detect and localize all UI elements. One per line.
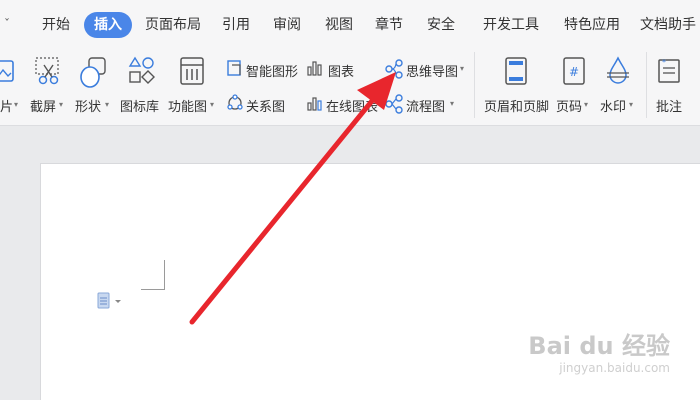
watermark-button[interactable]: 水印 ▾ [600, 52, 640, 118]
relation-chart-label: 关系图 [246, 100, 286, 115]
chevron-down-icon: ▾ [210, 100, 215, 109]
chevron-down-icon: ▾ [450, 99, 455, 108]
function-chart-button[interactable]: 功能图 ▾ [168, 52, 218, 118]
page-number-button[interactable]: # 页码 ▾ [556, 52, 596, 118]
chevron-down-icon: ▾ [105, 100, 110, 109]
smart-graphic-label: 智能图形 [246, 65, 299, 80]
tab-developer-tools[interactable]: 开发工具 [483, 12, 539, 38]
flowchart-button[interactable]: 流程图 ▾ [384, 93, 458, 115]
chart-label: 图表 [328, 65, 355, 80]
shape-icon [80, 57, 106, 88]
mind-map-label: 思维导图 [406, 65, 459, 80]
icon-library-icon [128, 56, 155, 84]
smart-graphic-icon [227, 60, 241, 76]
flowchart-label: 流程图 [406, 100, 446, 115]
header-footer-icon [505, 57, 527, 85]
function-chart-label: 功能图 [168, 100, 208, 115]
ribbon-divider [474, 52, 475, 118]
watermark-label: 水印 [600, 100, 627, 115]
mind-map-icon [385, 59, 403, 79]
shape-button[interactable]: 形状 ▾ [75, 52, 115, 118]
page-number-icon: # [563, 57, 585, 85]
scissors-icon [35, 57, 59, 85]
watermark-icon [607, 56, 629, 84]
picture-label: 片 [0, 100, 14, 115]
ribbon-divider [646, 52, 647, 118]
svg-text:*: * [662, 58, 666, 67]
chart-button[interactable]: 图表 [306, 58, 358, 80]
picture-button[interactable]: 片 ▾ [0, 52, 22, 118]
screenshot-label: 截屏 [30, 100, 57, 115]
tab-view[interactable]: 视图 [325, 12, 353, 38]
comment-icon: * [658, 58, 680, 83]
baidu-watermark: Bai du 经验 jingyan.baidu.com [528, 326, 670, 375]
picture-icon [0, 60, 14, 82]
comment-button[interactable]: * 批注 [654, 52, 694, 118]
icon-library-button[interactable]: 图标库 [120, 52, 164, 118]
smart-graphic-button[interactable]: 智能图形 [226, 58, 302, 80]
header-footer-label: 页眉和页脚 [484, 100, 550, 115]
online-chart-icon [307, 97, 322, 111]
tab-page-layout[interactable]: 页面布局 [145, 12, 201, 38]
tab-special-apps[interactable]: 特色应用 [564, 12, 620, 38]
mind-map-button[interactable]: 思维导图 ▾ [384, 58, 470, 80]
chevron-down-icon: ▾ [59, 100, 64, 109]
screenshot-button[interactable]: 截屏 ▾ [30, 52, 68, 118]
paragraph-layout-icon[interactable] [97, 292, 125, 310]
svg-text:#: # [569, 65, 579, 79]
function-chart-icon [180, 57, 204, 85]
watermark-main: Bai du 经验 [528, 332, 670, 360]
chevron-down-icon[interactable]: ˇ [4, 17, 10, 31]
menu-tab-bar: ˇ 开始 插入 页面布局 引用 审阅 视图 章节 安全 开发工具 特色应用 文档… [0, 0, 700, 44]
margin-corner-marker [141, 260, 165, 290]
bar-chart-icon [307, 61, 322, 76]
comment-label: 批注 [656, 100, 683, 115]
document-page[interactable]: Bai du 经验 jingyan.baidu.com [40, 163, 700, 400]
tab-chapter[interactable]: 章节 [375, 12, 403, 38]
chevron-down-icon: ▾ [629, 100, 634, 109]
watermark-sub: jingyan.baidu.com [559, 361, 670, 375]
tab-references[interactable]: 引用 [222, 12, 250, 38]
document-area: Bai du 经验 jingyan.baidu.com [0, 127, 700, 400]
header-footer-button[interactable]: 页眉和页脚 [482, 52, 550, 118]
chevron-down-icon: ▾ [14, 100, 19, 109]
icon-library-label: 图标库 [120, 100, 160, 115]
tab-doc-assistant[interactable]: 文档助手 [640, 12, 696, 38]
relation-chart-button[interactable]: 关系图 [226, 93, 292, 115]
online-chart-button[interactable]: 在线图表 [306, 93, 379, 115]
online-chart-label: 在线图表 [326, 100, 379, 115]
chevron-down-icon: ▾ [460, 64, 465, 73]
page-number-label: 页码 [556, 100, 583, 115]
relation-chart-icon [227, 94, 243, 110]
chevron-down-icon: ▾ [584, 100, 589, 109]
tab-security[interactable]: 安全 [427, 12, 455, 38]
shape-label: 形状 [75, 100, 102, 115]
tab-insert[interactable]: 插入 [84, 12, 132, 38]
tab-home[interactable]: 开始 [42, 12, 70, 38]
flowchart-icon [385, 94, 403, 114]
tab-review[interactable]: 审阅 [273, 12, 301, 38]
